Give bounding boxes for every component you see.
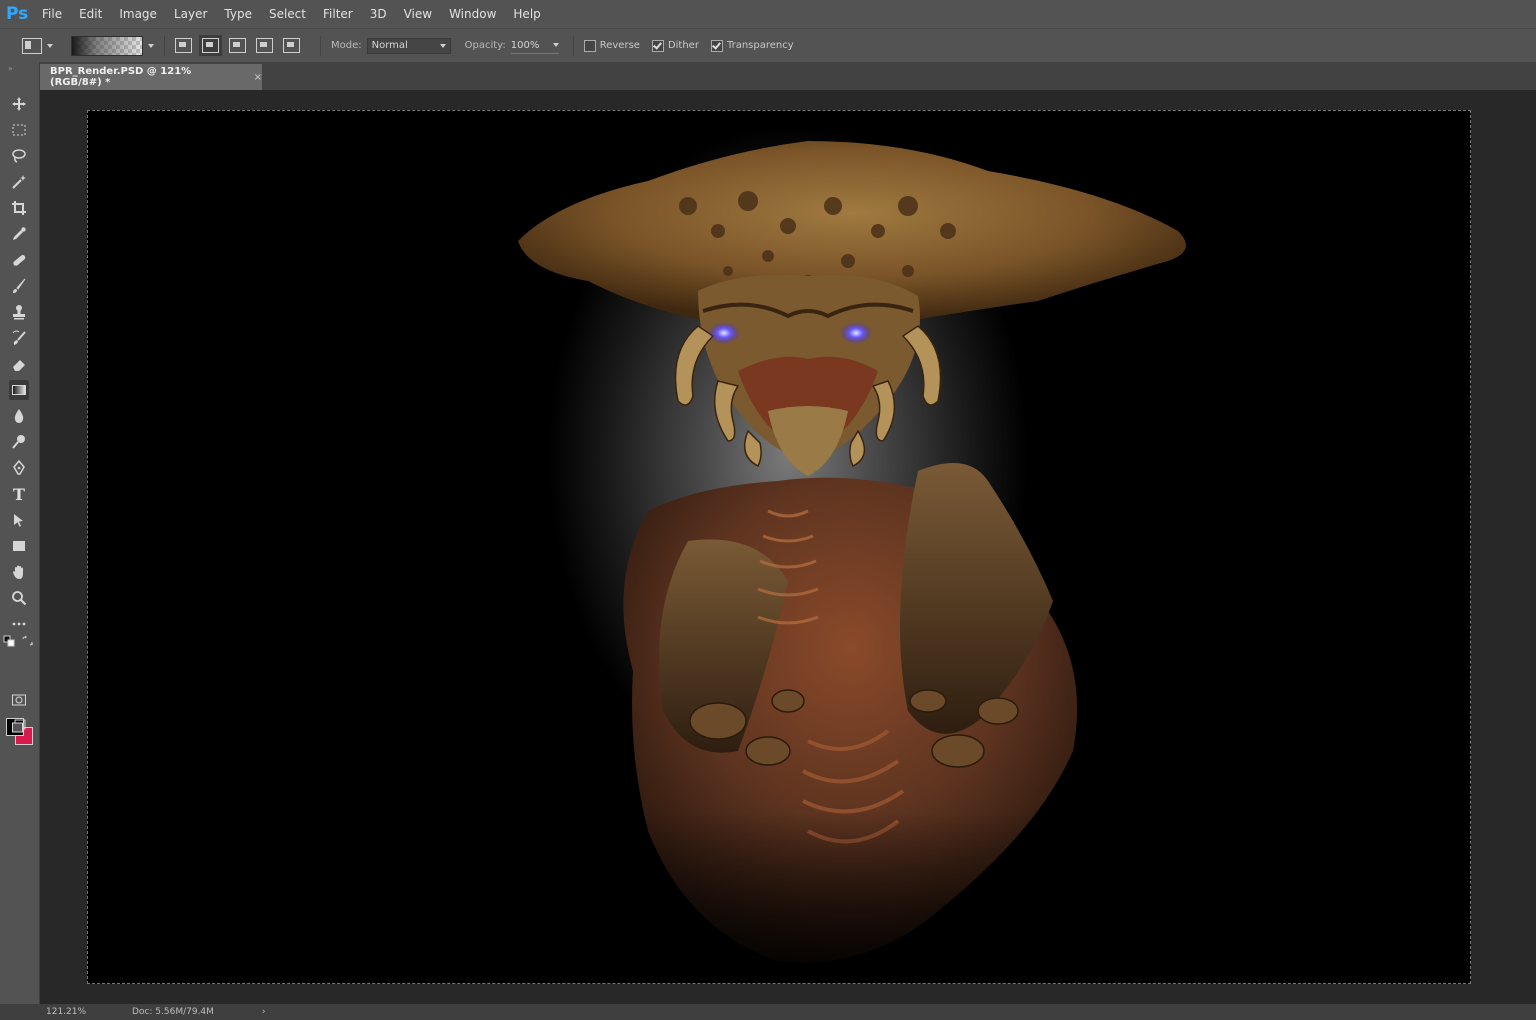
creature-bust-render bbox=[518, 141, 1186, 983]
menu-3d[interactable]: 3D bbox=[370, 7, 387, 21]
transparency-checkbox[interactable] bbox=[710, 39, 723, 52]
swap-colors-icon[interactable] bbox=[20, 634, 34, 648]
menu-file[interactable]: File bbox=[42, 7, 62, 21]
menu-edit[interactable]: Edit bbox=[79, 7, 102, 21]
angle-gradient-button[interactable] bbox=[229, 38, 246, 53]
reverse-option[interactable]: Reverse bbox=[583, 39, 640, 52]
pen-icon[interactable] bbox=[9, 458, 29, 478]
zoom-icon[interactable] bbox=[9, 588, 29, 608]
history-brush-icon[interactable] bbox=[9, 328, 29, 348]
tools-panel: » T bbox=[0, 62, 40, 1004]
menu-window[interactable]: Window bbox=[449, 7, 496, 21]
mode-value: Normal bbox=[371, 40, 408, 51]
opacity-field[interactable]: 100% bbox=[510, 38, 559, 54]
document-workspace bbox=[40, 90, 1536, 1004]
document-tab[interactable]: BPR_Render.PSD @ 121% (RGB/8#) * × bbox=[40, 64, 262, 90]
default-colors-icon[interactable] bbox=[2, 634, 16, 648]
screen-mode-icon[interactable] bbox=[9, 716, 29, 736]
radial-gradient-button[interactable] bbox=[202, 38, 219, 53]
transparency-label: Transparency bbox=[726, 40, 794, 51]
menu-type[interactable]: Type bbox=[224, 7, 252, 21]
document-tab-title: BPR_Render.PSD @ 121% (RGB/8#) * bbox=[50, 66, 192, 88]
eyedropper-icon[interactable] bbox=[9, 224, 29, 244]
gradient-icon[interactable] bbox=[9, 380, 29, 400]
menu-bar: Ps File Edit Image Layer Type Select Fil… bbox=[0, 0, 1536, 28]
clone-stamp-icon[interactable] bbox=[9, 302, 29, 322]
hand-icon[interactable] bbox=[9, 562, 29, 582]
chevron-right-icon[interactable]: › bbox=[262, 1007, 266, 1017]
left-eye bbox=[708, 322, 740, 344]
opacity-value: 100% bbox=[510, 39, 540, 51]
menu-image[interactable]: Image bbox=[119, 7, 157, 21]
dither-option[interactable]: Dither bbox=[651, 39, 699, 52]
options-bar: Mode: Normal Opacity: 100% Reverse Dithe… bbox=[0, 28, 1536, 63]
transparency-option[interactable]: Transparency bbox=[710, 39, 794, 52]
move-icon[interactable] bbox=[9, 94, 29, 114]
status-bar: 121.21% Doc: 5.56M/79.4M › bbox=[0, 1004, 1536, 1020]
document-tab-strip: BPR_Render.PSD @ 121% (RGB/8#) * × bbox=[40, 62, 1536, 90]
menu-view[interactable]: View bbox=[404, 7, 432, 21]
document-canvas[interactable] bbox=[87, 110, 1471, 984]
chevron-down-icon[interactable] bbox=[148, 43, 154, 48]
dither-label: Dither bbox=[667, 40, 699, 51]
photoshop-logo: Ps bbox=[6, 4, 29, 24]
blur-icon[interactable] bbox=[9, 406, 29, 426]
type-icon[interactable]: T bbox=[9, 484, 29, 504]
right-eye bbox=[840, 322, 872, 344]
reflected-gradient-button[interactable] bbox=[256, 38, 273, 53]
path-selection-icon[interactable] bbox=[9, 510, 29, 530]
tool-preset-picker[interactable] bbox=[22, 37, 42, 54]
quick-mask-icon[interactable] bbox=[9, 690, 29, 710]
opacity-label: Opacity: bbox=[464, 40, 506, 51]
mode-label: Mode: bbox=[331, 40, 362, 51]
divider bbox=[320, 35, 321, 56]
menu-help[interactable]: Help bbox=[513, 7, 540, 21]
healing-brush-icon[interactable] bbox=[9, 250, 29, 270]
diamond-gradient-button[interactable] bbox=[283, 38, 300, 53]
chevron-down-icon bbox=[439, 43, 446, 48]
chevron-down-icon[interactable] bbox=[47, 43, 53, 48]
marquee-icon[interactable] bbox=[9, 120, 29, 140]
eraser-icon[interactable] bbox=[9, 354, 29, 374]
linear-gradient-button[interactable] bbox=[175, 38, 192, 53]
magic-wand-icon[interactable] bbox=[9, 172, 29, 192]
reverse-checkbox[interactable] bbox=[583, 39, 596, 52]
collapse-panel-icon[interactable]: » bbox=[8, 64, 13, 73]
crop-icon[interactable] bbox=[9, 198, 29, 218]
menu-layer[interactable]: Layer bbox=[174, 7, 207, 21]
document-size-info[interactable]: Doc: 5.56M/79.4M bbox=[132, 1007, 214, 1017]
brush-icon[interactable] bbox=[9, 276, 29, 296]
menu-filter[interactable]: Filter bbox=[323, 7, 353, 21]
reverse-label: Reverse bbox=[599, 40, 640, 51]
lasso-icon[interactable] bbox=[9, 146, 29, 166]
zoom-level-field[interactable]: 121.21% bbox=[46, 1007, 116, 1017]
close-icon[interactable]: × bbox=[254, 72, 262, 83]
more-tools-icon[interactable] bbox=[9, 614, 29, 634]
rectangle-icon[interactable] bbox=[9, 536, 29, 556]
dodge-icon[interactable] bbox=[9, 432, 29, 452]
gradient-picker[interactable] bbox=[71, 35, 143, 56]
chevron-down-icon[interactable] bbox=[552, 43, 559, 47]
divider bbox=[572, 35, 574, 56]
dither-checkbox[interactable] bbox=[651, 39, 664, 52]
menu-select[interactable]: Select bbox=[269, 7, 306, 21]
mode-select[interactable]: Normal bbox=[366, 37, 451, 54]
divider bbox=[164, 35, 165, 56]
